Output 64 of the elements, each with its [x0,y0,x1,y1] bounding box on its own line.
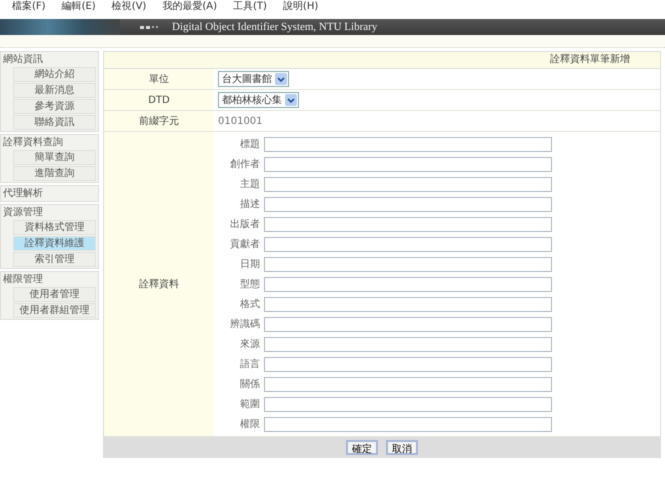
input-field[interactable] [264,336,552,352]
field-label: 主題 [239,178,261,191]
field-label: 日期 [239,258,261,271]
menu-item[interactable]: 編輯(E) [62,1,96,13]
sidebar-item[interactable]: 進階查詢 [13,166,96,181]
field-label: 型態 [239,278,261,291]
input-field[interactable] [264,296,552,312]
menu-item[interactable]: 說明(H) [282,1,318,13]
form-button[interactable]: 確定 [346,440,378,454]
sidebar-heading[interactable]: 網站資訊 [3,53,96,66]
input-field[interactable] [264,316,552,332]
field-label: 創作者 [229,158,261,171]
dropdown[interactable]: 台大圖書館 [218,71,289,87]
sidebar-item[interactable]: 詮釋資料維護 [13,236,96,251]
input-field[interactable] [264,136,552,152]
menu-item[interactable]: 我的最愛(A) [162,1,217,13]
input-field[interactable] [264,376,552,392]
field-label: 辨識碼 [229,318,261,331]
field-label: 範圍 [239,398,261,411]
field-label: 貢獻者 [229,238,261,251]
field-label: 描述 [239,198,261,211]
sidebar-heading[interactable]: 權限管理 [3,273,96,286]
sidebar-item[interactable]: 使用者管理 [13,287,96,302]
sidebar-item[interactable]: 使用者群組管理 [13,303,96,318]
field-label: 權限 [239,418,261,431]
row-label: 詮釋資料 [104,132,214,436]
sidebar-item[interactable]: 聯絡資訊 [13,115,96,130]
field-label: 出版者 [229,218,261,231]
sidebar-heading[interactable]: 詮釋資料查詢 [3,136,96,149]
input-field[interactable] [264,416,552,432]
input-field[interactable] [264,236,552,252]
sidebar-item[interactable]: 網站介紹 [13,67,96,82]
sidebar-heading[interactable]: 資源管理 [3,206,96,219]
field-label: 標題 [239,138,261,151]
menu-item[interactable]: 檔案(F) [12,1,46,13]
menu-item[interactable]: 工具(T) [233,1,267,13]
sidebar-item[interactable]: 簡單查詢 [13,150,96,165]
field-label: 來源 [239,338,261,351]
form-button[interactable]: 取消 [386,440,418,454]
input-field[interactable] [264,216,552,232]
logo-icon [140,26,158,28]
sidebar-heading[interactable]: 代理解析 [3,187,96,200]
sidebar-item[interactable]: 資料格式管理 [13,220,96,235]
sidebar-item[interactable]: 最新消息 [13,83,96,98]
input-field[interactable] [264,256,552,272]
form-title: 詮釋資料單筆新增 [104,52,660,69]
field-label: 格式 [239,298,261,311]
dropdown[interactable]: 都柏林核心集 [218,92,299,108]
site-title: Digital Object Identifier System, NTU Library [172,21,378,33]
input-field[interactable] [264,396,552,412]
sidebar-item[interactable]: 參考資源 [13,99,96,114]
input-field[interactable] [264,196,552,212]
row-label: 單位 [104,69,214,89]
input-field[interactable] [264,156,552,172]
field-label: 語言 [239,358,261,371]
input-field[interactable] [264,276,552,292]
menu-item[interactable]: 檢視(V) [112,1,146,13]
sidebar-item[interactable]: 索引管理 [13,252,96,267]
row-label: DTD [104,90,214,110]
input-field[interactable] [264,356,552,372]
field-label: 關係 [239,378,261,391]
input-field[interactable] [264,176,552,192]
row-label: 前綴字元 [104,111,214,131]
prefix-value: 0101001 [218,116,263,126]
